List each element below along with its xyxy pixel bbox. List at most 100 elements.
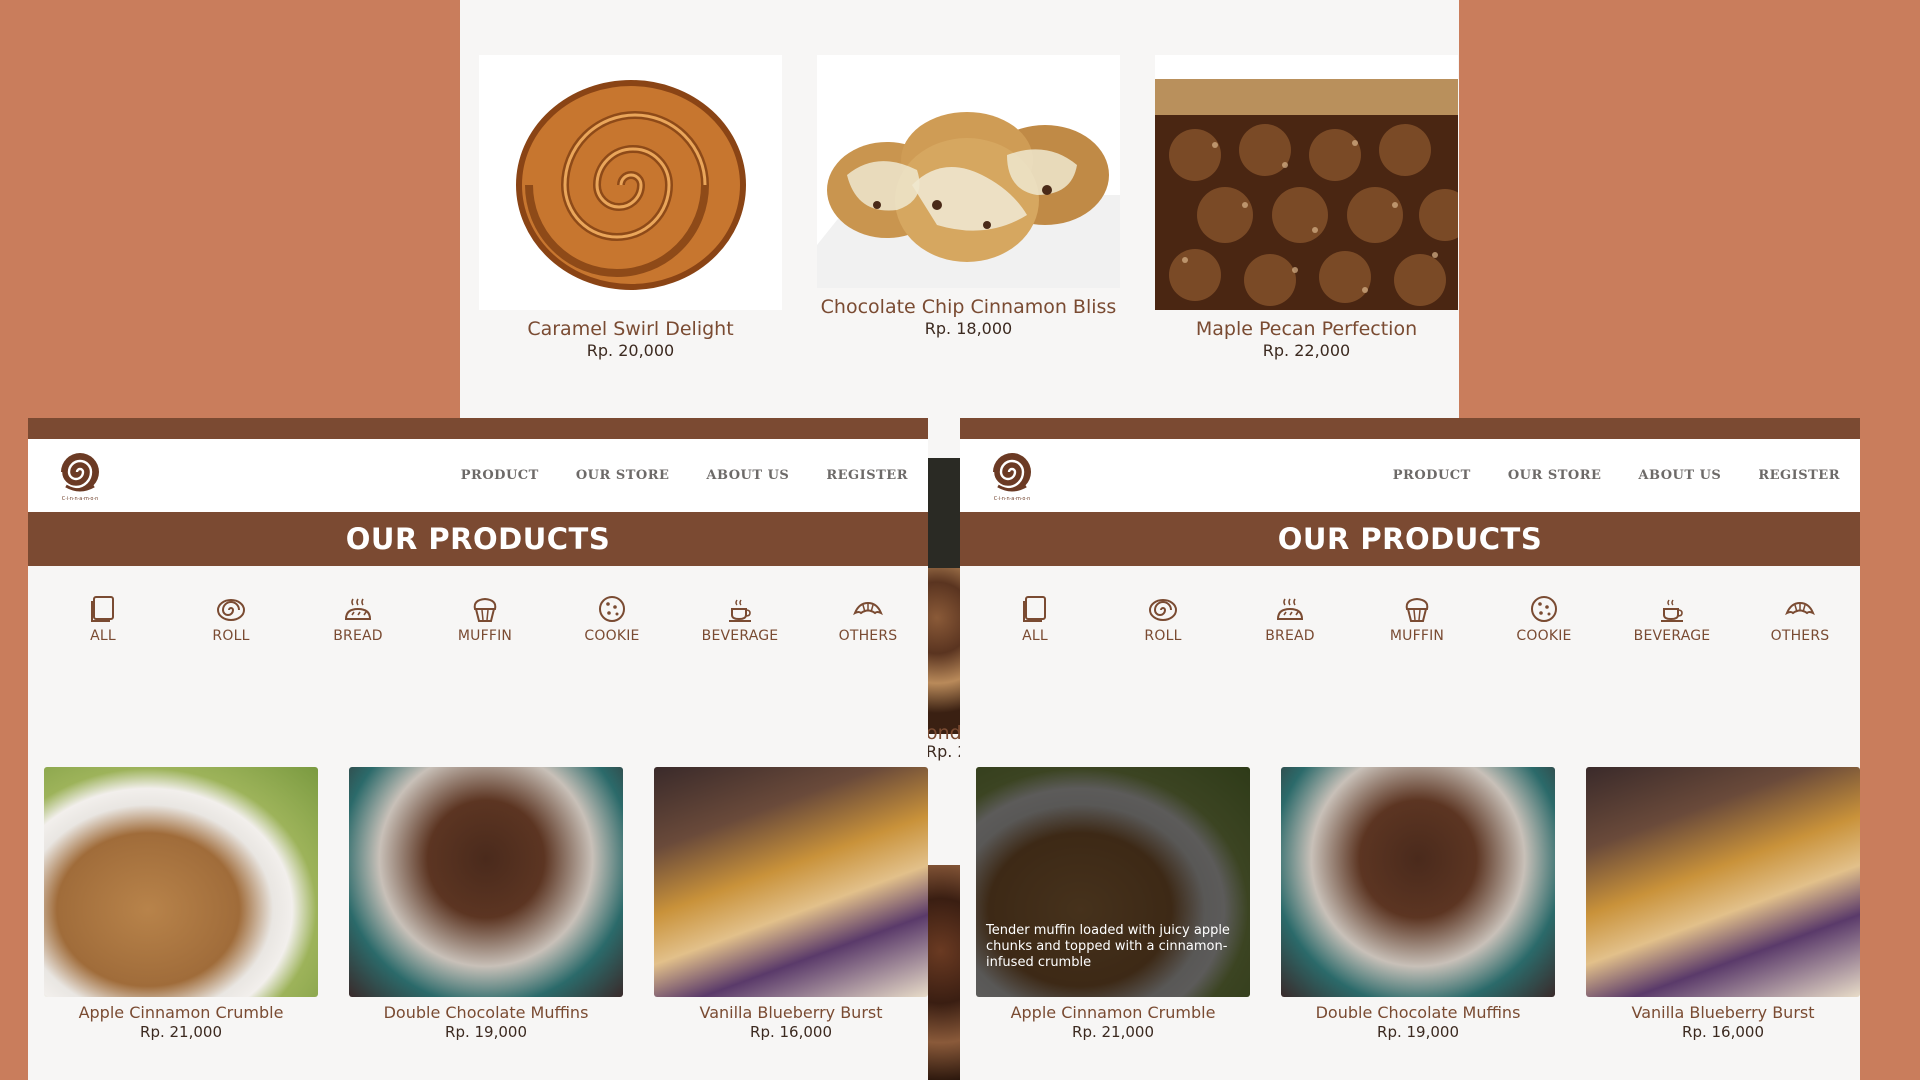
product-name: Vanilla Blueberry Burst: [1631, 1003, 1815, 1022]
product-card[interactable]: Maple Pecan Perfection Rp. 22,000: [1155, 55, 1458, 361]
cup-icon: [729, 599, 751, 622]
category-muffin[interactable]: MUFFIN: [435, 593, 535, 644]
product-card[interactable]: Apple Cinnamon Crumble Rp. 21,000: [44, 767, 318, 1041]
product-price: Rp. 16,000: [750, 1023, 832, 1041]
product-image[interactable]: [654, 767, 928, 997]
croissant-icon: [1785, 601, 1815, 616]
roll-icon: [1149, 599, 1177, 621]
nav-links: PRODUCT OUR STORE ABOUT US REGISTER: [461, 439, 908, 512]
product-price: Rp. 20,000: [586, 341, 675, 360]
muffin-icon: [473, 597, 497, 622]
product-name: Double Chocolate Muffins: [1315, 1003, 1521, 1022]
nav-links: PRODUCT OUR STORE ABOUT US REGISTER: [1393, 439, 1840, 512]
category-beverage[interactable]: BEVERAGE: [690, 593, 790, 644]
page-title: OUR PRODUCTS: [345, 522, 611, 556]
product-image: [926, 458, 962, 580]
category-others[interactable]: OTHERS: [818, 593, 918, 644]
category-label: MUFFIN: [457, 628, 513, 644]
nav-our-store-link[interactable]: OUR STORE: [1508, 468, 1602, 483]
category-label: BEVERAGE: [701, 628, 779, 644]
page-banner: OUR PRODUCTS: [960, 512, 1860, 566]
nav-product-link[interactable]: PRODUCT: [1393, 468, 1471, 483]
category-roll[interactable]: ROLL: [1113, 593, 1213, 644]
product-image[interactable]: [349, 767, 623, 997]
product-card[interactable]: Vanilla Blueberry Burst Rp. 16,000: [1586, 767, 1860, 1041]
logo[interactable]: C·i·n·n·a·m·o·n: [984, 448, 1040, 504]
category-muffin[interactable]: MUFFIN: [1367, 593, 1467, 644]
category-label: BREAD: [333, 628, 383, 644]
category-label: ALL: [90, 628, 116, 644]
product-card[interactable]: Caramel Swirl Delight Rp. 20,000: [479, 55, 782, 361]
product-image: [926, 568, 962, 734]
product-name: Maple Pecan Perfection: [1195, 318, 1418, 340]
cookie-icon: [1531, 596, 1557, 622]
products-window-left: C·i·n·n·a·m·o·n PRODUCT OUR STORE ABOUT …: [28, 418, 928, 1080]
category-label: COOKIE: [584, 628, 640, 644]
category-all[interactable]: ALL: [53, 593, 153, 644]
croissant-icon: [853, 601, 883, 616]
page-title: OUR PRODUCTS: [1277, 522, 1543, 556]
top-product-panel: Caramel Swirl Delight Rp. 20,000 Chocola…: [460, 0, 1459, 418]
product-card-hovered[interactable]: Tender muffin loaded with juicy apple ch…: [976, 767, 1250, 1041]
product-price: Rp. 19,000: [1377, 1023, 1459, 1041]
page-banner: OUR PRODUCTS: [28, 512, 928, 566]
product-image[interactable]: [817, 55, 1120, 288]
cup-icon: [1661, 599, 1683, 622]
svg-text:C·i·n·n·a·m·o·n: C·i·n·n·a·m·o·n: [62, 496, 99, 502]
product-card[interactable]: Double Chocolate Muffins Rp. 19,000: [1281, 767, 1555, 1041]
product-name-fragment: ond: [926, 722, 962, 744]
product-price-fragment: Rp. 2: [926, 742, 962, 761]
nav-about-us-link[interactable]: ABOUT US: [1638, 468, 1721, 483]
product-image: [926, 865, 962, 1080]
book-icon: [91, 596, 114, 622]
category-label: BEVERAGE: [1633, 628, 1711, 644]
category-label: COOKIE: [1516, 628, 1572, 644]
product-image[interactable]: [479, 55, 782, 310]
category-roll[interactable]: ROLL: [181, 593, 281, 644]
product-price: Rp. 21,000: [1072, 1023, 1154, 1041]
category-others[interactable]: OTHERS: [1750, 593, 1850, 644]
product-price: Rp. 22,000: [1262, 341, 1351, 360]
category-bread[interactable]: BREAD: [308, 593, 408, 644]
product-image[interactable]: [1586, 767, 1860, 997]
nav-about-us-link[interactable]: ABOUT US: [706, 468, 789, 483]
category-all[interactable]: ALL: [985, 593, 1085, 644]
product-image[interactable]: [1281, 767, 1555, 997]
nav-register-link[interactable]: REGISTER: [1758, 468, 1840, 483]
book-icon: [1023, 596, 1046, 622]
product-image[interactable]: [1155, 55, 1458, 310]
category-label: ROLL: [212, 628, 250, 644]
product-card[interactable]: Chocolate Chip Cinnamon Bliss Rp. 18,000: [817, 55, 1120, 339]
navbar: C·i·n·n·a·m·o·n PRODUCT OUR STORE ABOUT …: [960, 439, 1860, 512]
product-price: Rp. 21,000: [140, 1023, 222, 1041]
product-price: Rp. 18,000: [924, 319, 1013, 338]
product-image[interactable]: Tender muffin loaded with juicy apple ch…: [976, 767, 1250, 997]
product-name: Chocolate Chip Cinnamon Bliss: [820, 296, 1117, 318]
category-label: OTHERS: [838, 628, 898, 644]
product-image[interactable]: [44, 767, 318, 997]
product-price: Rp. 19,000: [445, 1023, 527, 1041]
category-beverage[interactable]: BEVERAGE: [1622, 593, 1722, 644]
nav-product-link[interactable]: PRODUCT: [461, 468, 539, 483]
top-bar: [28, 418, 928, 439]
category-label: MUFFIN: [1389, 628, 1445, 644]
product-price: Rp. 16,000: [1682, 1023, 1764, 1041]
bread-icon: [1276, 598, 1304, 620]
product-card[interactable]: Double Chocolate Muffins Rp. 19,000: [349, 767, 623, 1041]
category-cookie[interactable]: COOKIE: [1494, 593, 1594, 644]
product-card[interactable]: Vanilla Blueberry Burst Rp. 16,000: [654, 767, 928, 1041]
category-label: OTHERS: [1770, 628, 1830, 644]
roll-icon: [217, 599, 245, 621]
logo[interactable]: C·i·n·n·a·m·o·n: [52, 448, 108, 504]
products-window-right: C·i·n·n·a·m·o·n PRODUCT OUR STORE ABOUT …: [960, 418, 1860, 1080]
product-name: Double Chocolate Muffins: [383, 1003, 589, 1022]
category-bread[interactable]: BREAD: [1240, 593, 1340, 644]
category-filter: ALL ROLL BREAD MUFFIN COOKIE BEVERAGE OT…: [28, 593, 928, 663]
navbar: C·i·n·n·a·m·o·n PRODUCT OUR STORE ABOUT …: [28, 439, 928, 512]
category-label: ALL: [1022, 628, 1048, 644]
product-name: Vanilla Blueberry Burst: [699, 1003, 883, 1022]
nav-our-store-link[interactable]: OUR STORE: [576, 468, 670, 483]
cookie-icon: [599, 596, 625, 622]
nav-register-link[interactable]: REGISTER: [826, 468, 908, 483]
category-cookie[interactable]: COOKIE: [562, 593, 662, 644]
